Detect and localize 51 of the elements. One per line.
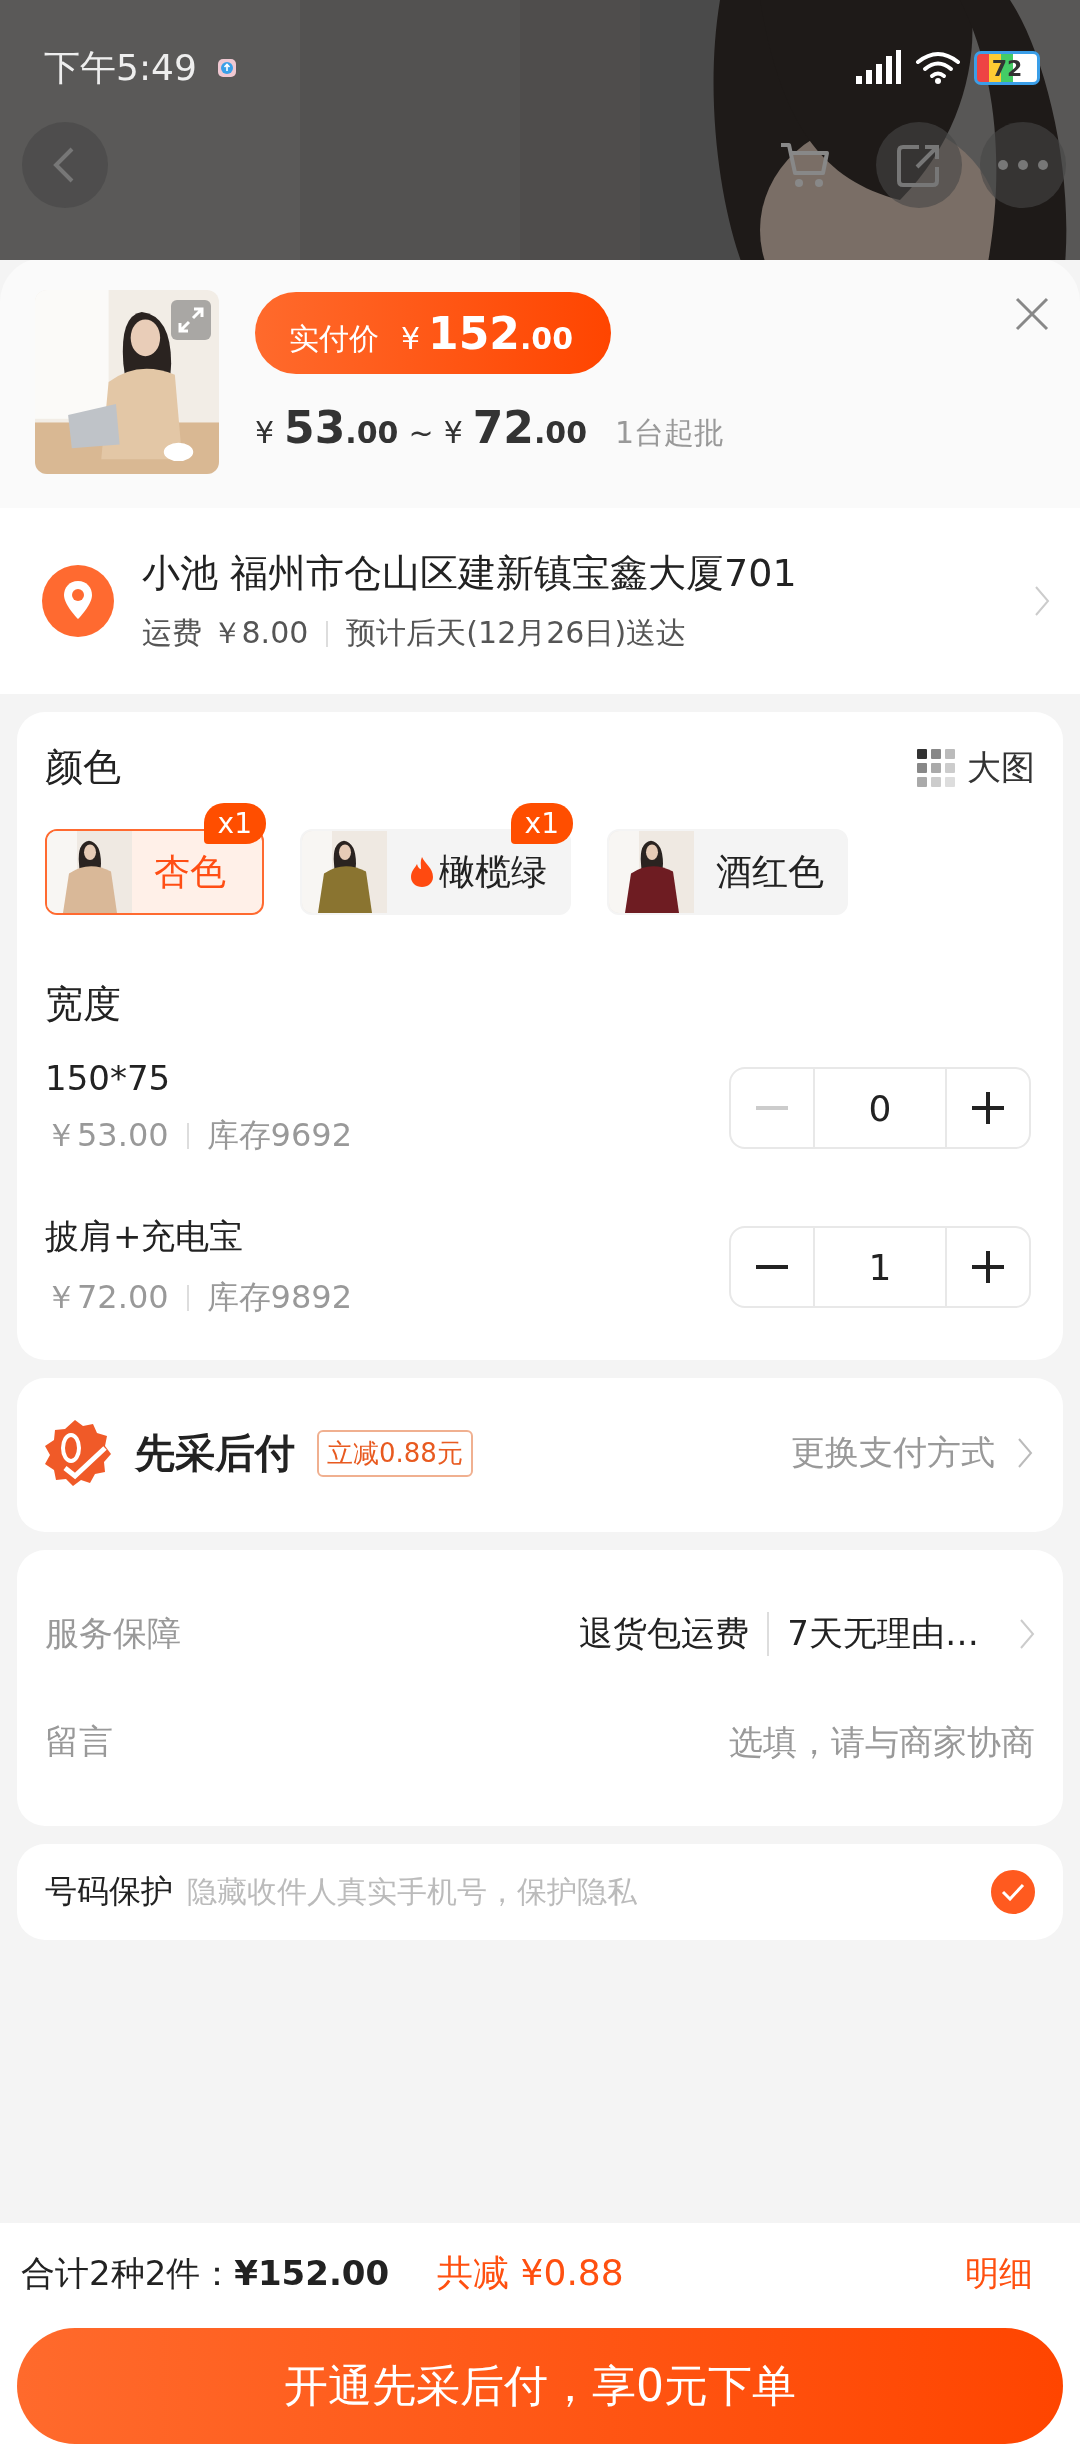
wifi-icon bbox=[914, 50, 962, 86]
payment-title: 先采后付 bbox=[135, 1428, 295, 1478]
status-time: 下午5:49 bbox=[44, 45, 197, 90]
grid-icon bbox=[917, 748, 955, 787]
quantity-value[interactable]: 1 bbox=[813, 1228, 947, 1306]
privacy-checkbox[interactable] bbox=[991, 1870, 1035, 1914]
color-option[interactable]: 酒红色 bbox=[607, 829, 848, 915]
minimum-order: 1台起批 bbox=[615, 414, 725, 452]
large-view-toggle[interactable]: 大图 bbox=[917, 744, 1035, 791]
discount-total: 共减 ¥0.88 bbox=[437, 2251, 624, 2295]
message-field[interactable]: 选填，请与商家协商 bbox=[113, 1722, 1035, 1762]
min-price: ¥ 53.00 bbox=[255, 402, 399, 453]
stock-count: 库存9692 bbox=[206, 1115, 353, 1156]
quantity-value[interactable]: 0 bbox=[813, 1069, 947, 1147]
service-item: 退货包运费 bbox=[579, 1612, 750, 1655]
battery-icon: 72 bbox=[974, 51, 1040, 85]
chevron-right-icon bbox=[1034, 585, 1050, 617]
privacy-hint: 隐藏收件人真实手机号，保护隐私 bbox=[187, 1872, 637, 1911]
discount-tag: 立减0.88元 bbox=[317, 1429, 473, 1477]
shipping-fee: 运费 ￥8.00 bbox=[142, 614, 309, 652]
stock-count: 库存9892 bbox=[206, 1277, 353, 1318]
total-label: 合计2种2件： bbox=[21, 2252, 235, 2295]
plus-icon bbox=[972, 1251, 1004, 1283]
sku-price: ￥72.00 bbox=[45, 1277, 169, 1318]
delivery-estimate: 预计后天(12月26日)送达 bbox=[346, 614, 687, 652]
sku-name: 150*75 bbox=[45, 1058, 172, 1098]
service-label: 服务保障 bbox=[45, 1612, 181, 1655]
address-card[interactable]: 小池 福州市仓山区建新镇宝鑫大厦701 运费 ￥8.00 预计后天(12月26日)送达 bbox=[0, 508, 1080, 694]
more-icon bbox=[995, 159, 1051, 171]
recipient-address: 小池 福州市仓山区建新镇宝鑫大厦701 bbox=[142, 550, 798, 597]
checkmark-icon bbox=[1001, 1883, 1025, 1901]
sku-price: ￥53.00 bbox=[45, 1115, 169, 1156]
plus-icon bbox=[972, 1092, 1004, 1124]
privacy-label: 号码保护 bbox=[45, 1871, 173, 1912]
minus-icon bbox=[756, 1265, 788, 1269]
minus-icon bbox=[756, 1106, 788, 1110]
actual-price-badge: 实付价 ¥ 152.00 bbox=[255, 292, 612, 374]
sku-name: 披肩+充电宝 bbox=[45, 1215, 245, 1258]
quantity-badge: x1 bbox=[510, 803, 573, 844]
service-item: 7天无理由… bbox=[787, 1612, 979, 1655]
section-title: 宽度 bbox=[45, 981, 122, 1028]
location-pin-icon bbox=[42, 565, 114, 637]
chevron-right-icon bbox=[1017, 1437, 1033, 1469]
total-price: ¥152.00 bbox=[234, 2253, 390, 2293]
chevron-right-icon bbox=[1019, 1618, 1035, 1650]
quantity-badge: x1 bbox=[203, 803, 266, 844]
expand-icon[interactable] bbox=[171, 300, 211, 340]
max-price: ¥ 72.00 bbox=[443, 402, 588, 453]
message-label: 留言 bbox=[45, 1720, 113, 1763]
range-separator: ~ bbox=[408, 415, 434, 450]
section-title: 颜色 bbox=[45, 744, 121, 791]
